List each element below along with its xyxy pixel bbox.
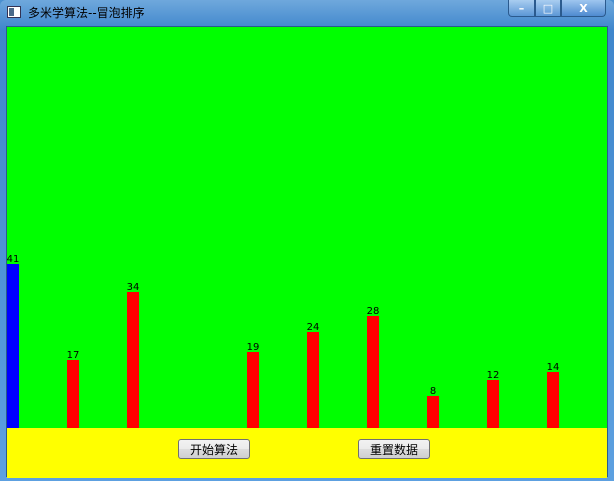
reset-data-button[interactable]: 重置数据 [358, 439, 430, 459]
bar-6 [367, 316, 379, 428]
app-icon [7, 6, 21, 18]
start-algorithm-button[interactable]: 开始算法 [178, 439, 250, 459]
bar-label-8: 12 [486, 370, 500, 381]
button-panel: 开始算法 重置数据 [7, 428, 607, 478]
maximize-button[interactable]: □ [535, 0, 561, 17]
bar-7 [427, 396, 439, 428]
bar-label-4: 19 [246, 342, 260, 353]
bar-5 [307, 332, 319, 428]
client-area: 41 17 34 19 24 28 8 12 14 开始算法 重置数据 [6, 26, 608, 478]
bar-label-2: 34 [126, 282, 140, 293]
minimize-button[interactable]: – [508, 0, 535, 17]
bar-0 [7, 264, 19, 428]
bar-2 [127, 292, 139, 428]
bar-9 [547, 372, 559, 428]
bar-1 [67, 360, 79, 428]
window-title: 多米学算法--冒泡排序 [28, 6, 145, 20]
app-window: 多米学算法--冒泡排序 – □ X 41 17 34 19 24 28 8 12 14 开始算法… [0, 0, 614, 481]
title-bar[interactable]: 多米学算法--冒泡排序 – □ X [0, 0, 614, 26]
bar-chart-area: 41 17 34 19 24 28 8 12 14 [7, 27, 607, 428]
bar-label-9: 14 [546, 362, 560, 373]
bar-label-1: 17 [66, 350, 80, 361]
bar-label-7: 8 [429, 386, 437, 397]
bar-4 [247, 352, 259, 428]
bar-label-6: 28 [366, 306, 380, 317]
bar-label-0: 41 [6, 254, 20, 265]
bar-label-5: 24 [306, 322, 320, 333]
bar-8 [487, 380, 499, 428]
close-button[interactable]: X [561, 0, 606, 17]
